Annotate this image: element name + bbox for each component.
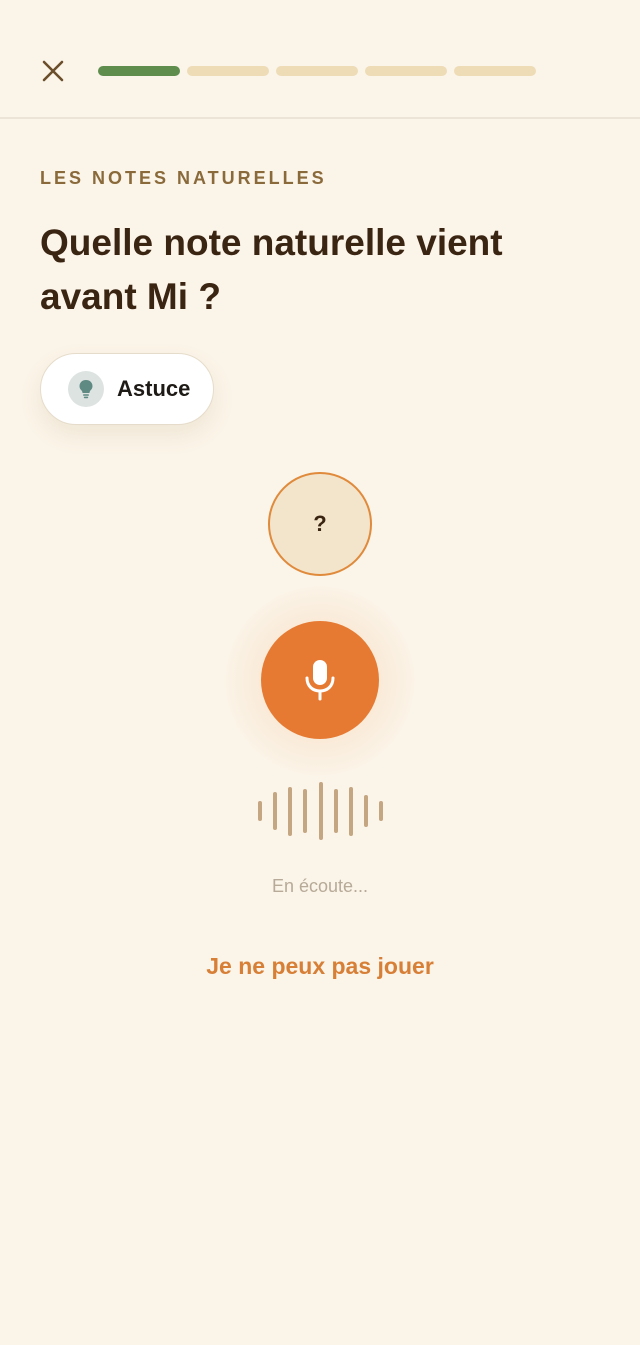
waveform-bar [273, 792, 278, 830]
close-button[interactable] [36, 54, 70, 88]
progress-segment [98, 66, 180, 76]
waveform-bar [288, 786, 293, 836]
waveform-bar [348, 786, 353, 836]
audio-waveform [258, 782, 383, 840]
close-icon [42, 60, 64, 82]
question-title: Quelle note naturelle vient avant Mi ? [40, 222, 503, 317]
top-bar [0, 0, 640, 119]
lesson-progress-bar [98, 66, 536, 76]
microphone-icon [305, 660, 335, 701]
listening-status: En écoute... [271, 876, 369, 896]
lesson-category: LES NOTES NATURELLES [40, 168, 327, 188]
microphone-button[interactable] [261, 621, 379, 739]
progress-segment [276, 66, 358, 76]
progress-segment [454, 66, 536, 76]
hint-button[interactable]: Astuce [40, 353, 214, 425]
waveform-bar [333, 789, 338, 833]
waveform-bar [363, 795, 368, 827]
progress-segment [365, 66, 447, 76]
waveform-bar [379, 801, 383, 821]
waveform-bar [258, 801, 262, 821]
cant-play-button[interactable]: Je ne peux pas jouer [0, 953, 640, 980]
progress-segment [187, 66, 269, 76]
waveform-bar [303, 789, 308, 833]
answer-placeholder: ? [313, 511, 327, 536]
lightbulb-icon [68, 371, 104, 407]
waveform-bar [318, 782, 323, 840]
hint-label: Astuce [117, 376, 191, 401]
answer-slot: ? [268, 472, 372, 576]
